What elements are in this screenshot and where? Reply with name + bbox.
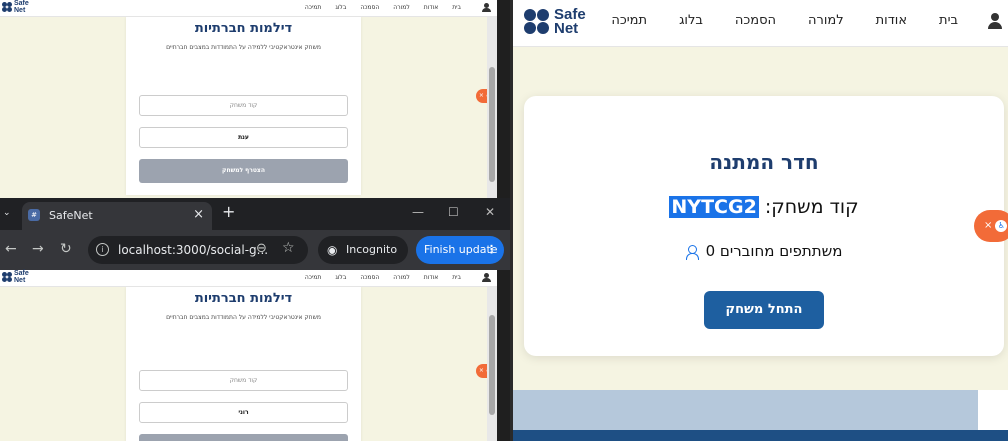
start-game-button[interactable]: התחל משחק [704, 291, 824, 329]
user-icon[interactable] [482, 273, 491, 282]
game-code-value[interactable]: NYTCG2 [669, 196, 759, 218]
logo-text-safe: Safe [14, 270, 29, 277]
nav-teacher[interactable]: למורה [393, 4, 409, 11]
reload-icon[interactable]: ↻ [60, 241, 72, 257]
top-pane-scrollbar[interactable] [487, 17, 497, 198]
game-title: דילמות חברתיות [194, 21, 293, 36]
favicon-icon: # [28, 209, 40, 221]
join-game-button[interactable] [139, 434, 348, 441]
user-icon[interactable] [988, 13, 1002, 29]
game-subtitle: משחק אינטראקטיבי ללמידה על התמודדות במצב… [166, 314, 321, 321]
nav-teacher[interactable]: למורה [808, 13, 844, 28]
main-site-nav: Safe Net בית אודות למורה הסמכה בלוג תמיכה [513, 0, 1008, 47]
nav-home[interactable]: בית [939, 13, 958, 28]
safenet-logo[interactable]: Safe Net [2, 270, 29, 284]
forward-icon[interactable]: → [32, 241, 44, 257]
tab-search-icon[interactable]: ⌄ [3, 208, 11, 218]
game-code-input[interactable]: קוד משחק [139, 370, 348, 391]
nav-certification[interactable]: הסמכה [360, 4, 379, 11]
nav-blog[interactable]: בלוג [679, 13, 703, 28]
main-nav-menu: בית אודות למורה הסמכה בלוג תמיכה [611, 13, 958, 28]
nav-about[interactable]: אודות [424, 4, 439, 11]
safenet-logo[interactable]: Safe Net [2, 0, 29, 14]
logo-text-safe: Safe [14, 0, 29, 7]
zoom-icon[interactable]: ⊖ [256, 241, 267, 256]
nav-about[interactable]: אודות [424, 274, 439, 281]
back-icon[interactable]: ← [5, 241, 17, 257]
participants-label: משתתפים מחוברים [719, 242, 843, 260]
incognito-indicator[interactable]: ◉ Incognito (2) [318, 236, 408, 284]
minimize-icon[interactable]: — [412, 205, 424, 219]
nav-teacher[interactable]: למורה [393, 274, 409, 281]
logo-text-net: Net [14, 277, 26, 284]
close-window-icon[interactable]: ✕ [485, 205, 495, 219]
top-site-nav: Safe Net בית אודות למורה הסמכה בלוג תמיכה [0, 0, 497, 17]
accessibility-icon: ♿ [995, 220, 1008, 232]
safenet-logo-icon [524, 9, 550, 35]
scrollbar-thumb[interactable] [489, 67, 495, 182]
bottom-nav-menu: בית אודות למורה הסמכה בלוג תמיכה [305, 274, 461, 281]
tab-close-icon[interactable]: × [193, 207, 204, 222]
nav-about[interactable]: אודות [876, 13, 907, 28]
footer-bar [513, 430, 1008, 441]
game-code-input[interactable]: קוד משחק [139, 95, 348, 116]
tab-title: SafeNet [49, 209, 93, 222]
site-info-icon[interactable]: i [96, 243, 109, 256]
finish-update-button[interactable]: Finish update ⋮ [416, 236, 504, 264]
waiting-room-window: Safe Net בית אודות למורה הסמכה בלוג תמיכה… [513, 0, 1008, 441]
bookmark-star-icon[interactable]: ☆ [282, 240, 295, 256]
new-tab-icon[interactable]: + [222, 202, 235, 221]
nav-home[interactable]: בית [452, 4, 461, 11]
game-code-label: קוד משחק: [764, 196, 859, 218]
nav-home[interactable]: בית [452, 274, 461, 281]
game-title: דילמות חברתיות [194, 291, 293, 306]
game-join-card: דילמות חברתיות משחק אינטראקטיבי ללמידה ע… [126, 17, 361, 195]
footer-panel [978, 390, 1008, 430]
nav-support[interactable]: תמיכה [305, 274, 321, 281]
join-game-button[interactable]: הצטרף למשחק [139, 159, 348, 183]
logo-text-net: Net [14, 7, 26, 14]
address-url[interactable]: localhost:3000/social-g... [118, 243, 268, 257]
top-game-pane: דילמות חברתיות משחק אינטראקטיבי ללמידה ע… [0, 17, 497, 198]
browser-tab-strip: ⌄ # SafeNet × + — ☐ ✕ [0, 198, 510, 230]
safenet-logo[interactable]: Safe Net [524, 7, 586, 37]
accessibility-widget[interactable]: × ♿ [974, 210, 1008, 242]
bottom-game-pane: דילמות חברתיות משחק אינטראקטיבי ללמידה ע… [0, 287, 497, 441]
safenet-logo-icon [2, 272, 12, 282]
nav-certification[interactable]: הסמכה [360, 274, 379, 281]
nav-support[interactable]: תמיכה [611, 13, 647, 28]
incognito-icon: ◉ [327, 243, 338, 257]
maximize-icon[interactable]: ☐ [448, 205, 459, 219]
participants-line: 0 משתתפים מחוברים [524, 242, 1004, 260]
waiting-room-title: חדר המתנה [709, 150, 819, 174]
top-nav-menu: בית אודות למורה הסמכה בלוג תמיכה [305, 4, 461, 11]
browser-toolbar: ← → ↻ i localhost:3000/social-g... ⊖ ☆ ◉… [0, 230, 510, 284]
browser-menu-icon[interactable]: ⋮ [486, 236, 497, 264]
nav-support[interactable]: תמיכה [305, 4, 321, 11]
scrollbar-thumb[interactable] [489, 315, 495, 415]
safenet-logo-icon [2, 2, 12, 12]
logo-text-net: Net [554, 20, 579, 37]
participants-count: 0 [705, 242, 716, 260]
bottom-pane-scrollbar[interactable] [487, 287, 497, 441]
user-icon[interactable] [482, 3, 491, 12]
waiting-room-card: חדר המתנה קוד משחק: NYTCG2 0 משתתפים מחו… [524, 96, 1004, 356]
address-bar[interactable]: i localhost:3000/social-g... ⊖ ☆ [88, 236, 308, 264]
player-name-input[interactable]: רוני [139, 402, 348, 423]
widget-close-icon[interactable]: × [984, 220, 992, 231]
game-code-line: קוד משחק: NYTCG2 [524, 196, 1004, 218]
tab-safenet[interactable]: # SafeNet × [22, 202, 212, 230]
nav-blog[interactable]: בלוג [335, 4, 346, 11]
game-subtitle: משחק אינטראקטיבי ללמידה על התמודדות במצב… [166, 44, 321, 51]
bottom-site-nav: Safe Net בית אודות למורה הסמכה בלוג תמיכה [0, 270, 497, 287]
users-icon [685, 244, 704, 260]
nav-blog[interactable]: בלוג [335, 274, 346, 281]
game-join-card: דילמות חברתיות משחק אינטראקטיבי ללמידה ע… [126, 287, 361, 441]
nav-certification[interactable]: הסמכה [735, 13, 776, 28]
player-name-input[interactable]: ענת [139, 127, 348, 148]
